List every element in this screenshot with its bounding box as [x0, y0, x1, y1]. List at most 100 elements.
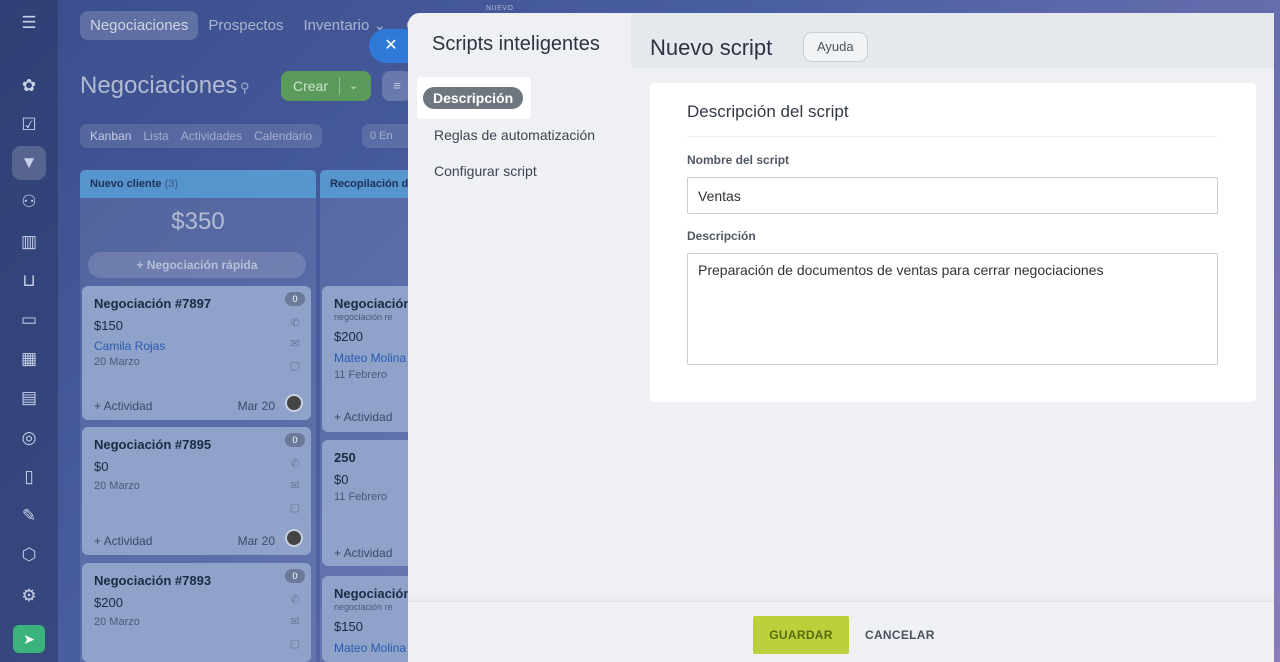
deal-title: Negociación: [334, 586, 412, 601]
tab-prospectos[interactable]: Prospectos: [198, 11, 293, 40]
deal-due: Mar 20: [237, 534, 275, 548]
mail-icon[interactable]: ✉: [288, 480, 302, 492]
close-icon[interactable]: ✕: [369, 29, 409, 63]
main-panel: Nuevo script Ayuda Descripción del scrip…: [631, 13, 1274, 601]
side-item-reglas[interactable]: Reglas de automatización: [434, 127, 595, 143]
deal-title: Negociación #7897: [94, 296, 212, 311]
phone-icon[interactable]: ✆: [288, 317, 302, 329]
funnel-icon[interactable]: ▼: [12, 146, 46, 180]
create-button-label: Crear: [293, 78, 329, 94]
quick-deal-button[interactable]: + Negociación rápida: [88, 252, 306, 278]
new-tag: NUEVO: [486, 5, 514, 12]
calendar-icon[interactable]: ▦: [17, 347, 41, 371]
deal-amount: $200: [94, 595, 123, 610]
pen-icon[interactable]: ✎: [17, 504, 41, 528]
deal-contact[interactable]: Camila Rojas: [94, 339, 165, 353]
add-activity[interactable]: + Actividad: [334, 546, 392, 560]
description-textarea[interactable]: Preparación de documentos de ventas para…: [687, 253, 1218, 365]
deal-amount: $150: [334, 619, 363, 634]
phone-icon[interactable]: ✆: [288, 458, 302, 470]
deal-amount: $0: [334, 472, 349, 487]
add-activity[interactable]: + Actividad: [94, 534, 152, 548]
checkbox-icon[interactable]: ☑: [17, 113, 41, 137]
deal-card[interactable]: Negociación #7895 $0 20 Marzo + Activida…: [82, 427, 311, 555]
deal-date: 20 Marzo: [94, 356, 140, 368]
deal-date: 11 Febrero: [334, 491, 387, 503]
side-item-configurar[interactable]: Configurar script: [434, 163, 537, 179]
chat-icon[interactable]: ▢: [288, 638, 302, 650]
deal-amount: $200: [334, 329, 363, 344]
column-header[interactable]: Nuevo cliente (3): [80, 170, 316, 198]
pin-icon[interactable]: ⚲: [240, 80, 250, 96]
script-form-card: Descripción del script Nombre del script…: [650, 83, 1256, 402]
counter-badge: 0: [285, 569, 305, 583]
side-item-descripcion-wrap: Descripción: [417, 77, 531, 119]
deal-contact[interactable]: Mateo Molina: [334, 351, 406, 365]
view-lista[interactable]: Lista: [137, 129, 174, 143]
menu-icon[interactable]: ☰: [17, 11, 41, 35]
side-title: Scripts inteligentes: [432, 33, 600, 55]
document-icon[interactable]: ▯: [17, 465, 41, 489]
counter-badge: 0: [285, 433, 305, 447]
side-item-descripcion[interactable]: Descripción: [423, 87, 524, 109]
deal-amount: $0: [94, 459, 109, 474]
target-icon[interactable]: ◎: [17, 426, 41, 450]
contact-card-icon[interactable]: ▭: [17, 308, 41, 332]
bar-chart-icon[interactable]: ▥: [17, 230, 41, 254]
mail-icon[interactable]: ✉: [288, 616, 302, 628]
store-icon[interactable]: ▤: [17, 386, 41, 410]
page-title: Nuevo script: [650, 35, 773, 60]
cart-icon[interactable]: ⊔: [17, 269, 41, 293]
deal-date: 11 Febrero: [334, 369, 387, 381]
view-calendario[interactable]: Calendario: [248, 129, 318, 143]
main-header: Nuevo script Ayuda: [631, 13, 1274, 68]
gear-icon[interactable]: ⚙: [17, 584, 41, 608]
deal-card[interactable]: 250 $0 11 Febrero + Actividad: [322, 440, 422, 566]
script-name-input[interactable]: [687, 177, 1218, 214]
cancel-button[interactable]: CANCELAR: [857, 616, 943, 654]
deal-contact[interactable]: Mateo Molina: [334, 641, 406, 655]
rocket-icon[interactable]: ➤: [13, 625, 45, 653]
deal-due: Mar 20: [237, 399, 275, 413]
view-kanban[interactable]: Kanban: [84, 129, 137, 143]
view-actividades[interactable]: Actividades: [175, 129, 248, 143]
create-button[interactable]: Crear ⌄: [281, 71, 371, 101]
mail-icon[interactable]: ✉: [288, 338, 302, 350]
deal-title: Negociación: [334, 296, 412, 311]
column-name: Recopilación d: [330, 178, 409, 190]
tab-negociaciones[interactable]: Negociaciones: [80, 10, 199, 40]
help-button[interactable]: Ayuda: [803, 32, 868, 62]
form-section-title: Descripción del script: [687, 102, 849, 121]
add-activity[interactable]: + Actividad: [334, 410, 392, 424]
column-count: (3): [164, 178, 179, 190]
left-rail: ☰ ✿ ☑ ▼ ⚇ ▥ ⊔ ▭ ▦ ▤ ◎ ▯ ✎ ⬡ ⚙ ➤: [0, 0, 58, 662]
deal-card[interactable]: Negociación #7897 $150 Camila Rojas 20 M…: [82, 286, 311, 420]
chat-icon[interactable]: ▢: [288, 360, 302, 372]
chevron-down-icon[interactable]: ⌄: [349, 71, 358, 101]
deal-date: 20 Marzo: [94, 480, 140, 492]
avatar: [285, 529, 303, 547]
save-button[interactable]: GUARDAR: [753, 616, 849, 654]
footer-bar: GUARDAR CANCELAR: [408, 601, 1274, 662]
description-label: Descripción: [687, 229, 756, 243]
script-name-label: Nombre del script: [687, 153, 790, 167]
deal-subtitle: negociación re: [334, 602, 393, 612]
cube-icon[interactable]: ⬡: [17, 543, 41, 567]
column-name: Nuevo cliente: [90, 178, 162, 190]
view-switcher: Kanban Lista Actividades Calendario: [80, 124, 323, 148]
deal-card[interactable]: Negociación negociación re $200 Mateo Mo…: [322, 286, 422, 432]
deal-amount: $150: [94, 318, 123, 333]
deal-card[interactable]: Negociación #7893 $200 20 Marzo 0 ✆ ✉ ▢: [82, 563, 311, 662]
add-activity[interactable]: + Actividad: [94, 399, 152, 413]
column-header[interactable]: Recopilación d: [320, 170, 420, 198]
robot-icon[interactable]: ⚇: [17, 190, 41, 214]
divider: [687, 136, 1217, 137]
deal-subtitle: negociación re: [334, 312, 393, 322]
smart-scripts-slider: Scripts inteligentes Descripción Reglas …: [408, 13, 1274, 662]
phone-icon[interactable]: ✆: [288, 594, 302, 606]
deal-card[interactable]: Negociación negociación re $150 Mateo Mo…: [322, 576, 422, 662]
counter-badge: 0: [285, 292, 305, 306]
avatar: [285, 394, 303, 412]
puzzle-icon[interactable]: ✿: [17, 74, 41, 98]
chat-icon[interactable]: ▢: [288, 502, 302, 514]
